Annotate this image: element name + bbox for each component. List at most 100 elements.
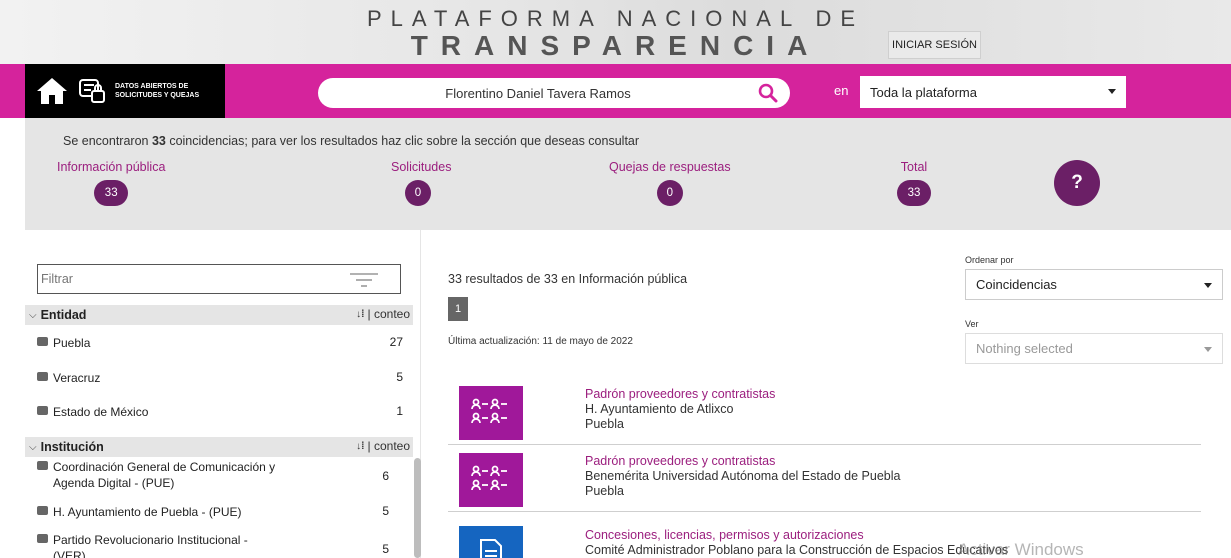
checkbox-icon[interactable] <box>37 461 48 470</box>
summary-count: 33 <box>151 134 166 148</box>
results-count: 33 <box>448 272 462 286</box>
chevron-down-icon <box>1108 89 1116 94</box>
site-title-line2: TRANSPARENCIA <box>410 30 821 61</box>
result-title[interactable]: Concesiones, licencias, permisos y autor… <box>585 528 1008 543</box>
chevron-down-icon <box>1204 347 1212 352</box>
facet-count: 27 <box>389 335 403 349</box>
result-text: Padrón proveedores y contratistas H. Ayu… <box>585 387 775 432</box>
section-header-entidad[interactable]: ⌵ Entidad ↓⁞ | conteo <box>25 305 413 325</box>
chevron-down-icon <box>1204 283 1212 288</box>
checkbox-icon[interactable] <box>37 406 48 415</box>
section-header-institucion[interactable]: ⌵ Institución ↓⁞ | conteo <box>25 437 413 457</box>
summary-text-after: coincidencias; para ver los resultados h… <box>165 134 640 148</box>
facet-count: 1 <box>396 404 403 418</box>
pagination-page-1[interactable]: 1 <box>448 297 468 321</box>
summary-text-before: Se encontraron <box>63 134 152 148</box>
site-header: PLATAFORMA NACIONAL DE TRANSPARENCIA INI… <box>0 0 1231 64</box>
list-users-icon <box>459 453 523 507</box>
facet-name: Veracruz <box>53 371 101 385</box>
checkbox-icon[interactable] <box>37 534 48 543</box>
stat-count-badge[interactable]: 33 <box>94 180 129 206</box>
checkbox-icon[interactable] <box>37 506 48 515</box>
stat-label: Solicitudes <box>391 160 452 174</box>
scope-prefix-label: en <box>834 83 849 98</box>
help-button[interactable]: ? <box>1054 160 1100 206</box>
facet-name: Partido Revolucionario Institucional - (… <box>53 533 248 558</box>
brand-block: DATOS ABIERTOS DE SOLICITUDES Y QUEJAS <box>25 64 225 118</box>
result-title[interactable]: Padrón proveedores y contratistas <box>585 387 775 402</box>
facet-count: 5 <box>396 370 403 384</box>
results-total: 33 <box>543 272 558 286</box>
facet-item[interactable]: Partido Revolucionario Institucional - (… <box>37 532 397 558</box>
sort-select[interactable]: Coincidencias <box>965 269 1223 300</box>
checkbox-icon[interactable] <box>37 372 48 381</box>
result-text: Concesiones, licencias, permisos y autor… <box>585 528 1008 558</box>
stat-label: Quejas de respuestas <box>609 160 731 174</box>
facet-count: 5 <box>382 504 389 518</box>
login-button[interactable]: INICIAR SESIÓN <box>888 31 981 59</box>
filter-icon[interactable] <box>350 270 378 290</box>
result-item[interactable]: Concesiones, licencias, permisos y autor… <box>448 521 1201 558</box>
facet-count: 6 <box>382 469 389 483</box>
sidebar-scrollbar[interactable] <box>414 458 421 558</box>
stat-solicitudes[interactable]: Solicitudes 0 <box>391 160 451 206</box>
sort-toggle[interactable]: ↓⁞ | conteo <box>356 439 410 453</box>
sort-icon: ↓⁞ <box>356 440 365 452</box>
result-text: Padrón proveedores y contratistas Benemé… <box>585 454 900 499</box>
summary-text: Se encontraron 33 coincidencias; para ve… <box>63 134 639 148</box>
result-item[interactable]: Padrón proveedores y contratistas H. Ayu… <box>448 381 1201 445</box>
page: PLATAFORMA NACIONAL DE TRANSPARENCIA INI… <box>0 0 1231 558</box>
section-title: Institución <box>40 440 104 454</box>
sort-label: conteo <box>373 307 410 321</box>
view-placeholder: Nothing selected <box>976 341 1073 356</box>
results-of: resultados de <box>461 272 544 286</box>
facet-name: H. Ayuntamiento de Puebla - (PUE) <box>53 505 242 519</box>
chevron-down-icon: ⌵ <box>29 441 37 453</box>
filter-input[interactable] <box>41 272 341 286</box>
section-title: Entidad <box>40 308 87 322</box>
result-title[interactable]: Padrón proveedores y contratistas <box>585 454 900 469</box>
results-summary-text: 33 resultados de 33 en Información públi… <box>448 272 687 286</box>
facet-name: Puebla <box>53 336 91 350</box>
chevron-down-icon: ⌵ <box>29 309 37 321</box>
search-input[interactable] <box>318 85 758 101</box>
facet-item[interactable]: Estado de México 1 <box>37 404 411 420</box>
facet-name: Coordinación General de Comunicación y A… <box>53 460 276 490</box>
scope-select[interactable]: Toda la plataforma <box>860 76 1126 108</box>
sort-selected-value: Coincidencias <box>976 277 1057 292</box>
result-institution: Comité Administrador Poblano para la Con… <box>585 543 1009 557</box>
stat-count-badge[interactable]: 0 <box>656 180 683 206</box>
search-box <box>318 78 790 108</box>
facet-count: 5 <box>382 542 389 556</box>
facet-item[interactable]: Puebla 27 <box>37 335 411 351</box>
navbar: DATOS ABIERTOS DE SOLICITUDES Y QUEJAS e… <box>0 64 1231 118</box>
facet-item[interactable]: Coordinación General de Comunicación y A… <box>37 459 397 491</box>
facet-item[interactable]: Veracruz 5 <box>37 370 411 386</box>
sort-toggle[interactable]: ↓⁞ | conteo <box>356 307 410 321</box>
document-icon <box>459 526 523 558</box>
checkbox-icon[interactable] <box>37 337 48 346</box>
results-in: en Información pública <box>557 272 688 286</box>
sort-by-label: Ordenar por <box>965 255 1014 265</box>
stat-count-badge[interactable]: 0 <box>405 180 431 206</box>
stat-total[interactable]: Total 33 <box>897 160 931 206</box>
site-title-line1: PLATAFORMA NACIONAL DE <box>366 6 865 31</box>
view-label: Ver <box>965 319 979 329</box>
filter-box <box>37 264 401 294</box>
facet-item[interactable]: H. Ayuntamiento de Puebla - (PUE) 5 <box>37 504 397 520</box>
stat-informacion-publica[interactable]: Información pública 33 <box>57 160 165 206</box>
home-icon[interactable] <box>35 76 69 106</box>
list-users-icon <box>459 386 523 440</box>
sort-label: conteo <box>373 439 410 453</box>
open-data-icon[interactable] <box>77 76 107 106</box>
stat-count-badge[interactable]: 33 <box>897 180 931 206</box>
view-select[interactable]: Nothing selected <box>965 333 1223 364</box>
last-update-text: Última actualización: 11 de mayo de 2022 <box>448 336 633 347</box>
stat-quejas[interactable]: Quejas de respuestas 0 <box>609 160 731 206</box>
search-icon[interactable] <box>758 83 778 103</box>
facet-name: Estado de México <box>53 405 149 419</box>
list-users-icon-glyph <box>471 398 507 424</box>
result-item[interactable]: Padrón proveedores y contratistas Benemé… <box>448 448 1201 512</box>
result-institution: H. Ayuntamiento de Atlixco <box>585 402 734 416</box>
stat-label: Información pública <box>57 160 166 174</box>
